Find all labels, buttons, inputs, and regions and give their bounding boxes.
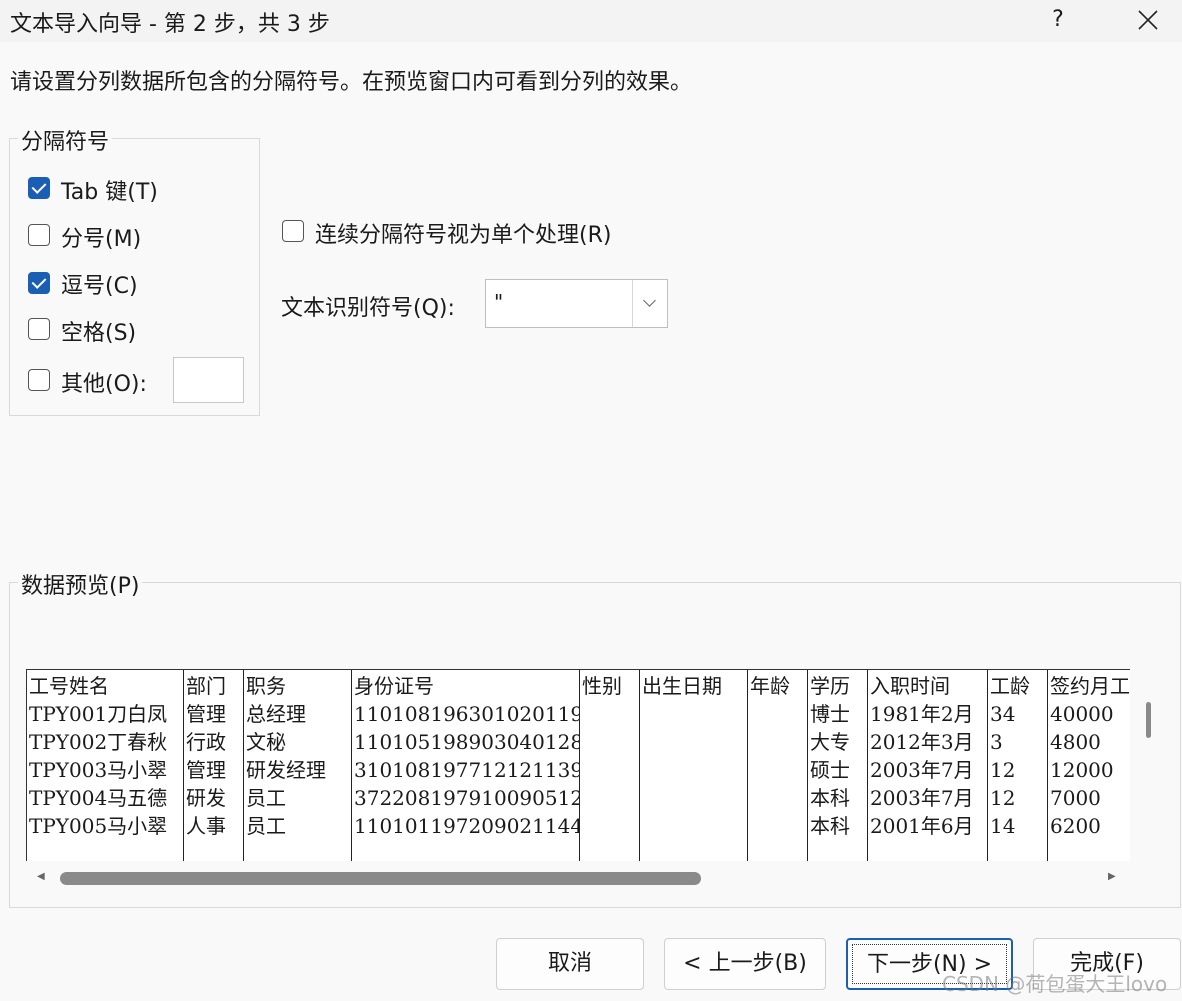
preview-cell: 310108197712121139 bbox=[354, 758, 580, 782]
preview-cell: 2003年7月 bbox=[870, 758, 974, 782]
preview-cell: 工号姓名 bbox=[29, 674, 109, 698]
preview-cell: 签约月工 bbox=[1050, 674, 1130, 698]
preview-column[interactable]: 工号姓名 TPY001刀白凤 TPY002丁春秋 TPY003马小翠 TPY00… bbox=[27, 670, 184, 861]
preview-cell: 14 bbox=[990, 814, 1016, 838]
preview-cell: 110101197209021144 bbox=[354, 814, 580, 838]
preview-cell: 本科 bbox=[810, 786, 850, 810]
preview-cell: 员工 bbox=[246, 786, 286, 810]
preview-cell: TPY002丁春秋 bbox=[29, 730, 168, 754]
preview-cell: 学历 bbox=[810, 674, 850, 698]
close-icon bbox=[1138, 10, 1158, 30]
preview-column[interactable]: 部门 管理 行政 管理 研发 人事 bbox=[184, 670, 244, 861]
back-button[interactable]: < 上一步(B) bbox=[664, 938, 826, 990]
preview-cell: 372208197910090512 bbox=[354, 786, 580, 810]
preview-cell: 2001年6月 bbox=[870, 814, 974, 838]
preview-cell: 总经理 bbox=[246, 702, 306, 726]
preview-cell: 本科 bbox=[810, 814, 850, 838]
space-checkbox-label[interactable]: 空格(S) bbox=[61, 315, 136, 347]
preview-column[interactable]: 性别 bbox=[580, 670, 640, 861]
text-qualifier-value: " bbox=[494, 290, 504, 314]
preview-cell: 硕士 bbox=[810, 758, 850, 782]
preview-cell: 年龄 bbox=[750, 674, 790, 698]
preview-column[interactable]: 出生日期 bbox=[640, 670, 748, 861]
preview-column[interactable]: 学历 博士 大专 硕士 本科 本科 bbox=[808, 670, 868, 861]
preview-cell: 性别 bbox=[582, 674, 622, 698]
preview-column[interactable]: 职务 总经理 文秘 研发经理 员工 员工 bbox=[244, 670, 352, 861]
preview-cell: 工龄 bbox=[990, 674, 1030, 698]
preview-cell: 博士 bbox=[810, 702, 850, 726]
data-preview-title: 数据预览(P) bbox=[18, 568, 143, 600]
preview-cell: 3 bbox=[990, 730, 1003, 754]
consecutive-delimiters-label[interactable]: 连续分隔符号视为单个处理(R) bbox=[315, 217, 611, 249]
preview-column[interactable]: 年龄 bbox=[748, 670, 808, 861]
preview-cell: 12 bbox=[990, 786, 1016, 810]
preview-cell: 身份证号 bbox=[354, 674, 434, 698]
preview-cell: 管理 bbox=[186, 702, 226, 726]
watermark: CSDN @荷包蛋大王lovo bbox=[942, 972, 1168, 996]
cancel-button[interactable]: 取消 bbox=[496, 938, 644, 990]
tab-checkbox[interactable] bbox=[28, 177, 50, 199]
horizontal-scrollbar-thumb[interactable] bbox=[60, 872, 701, 885]
preview-cell: 12 bbox=[990, 758, 1016, 782]
preview-cell: 7000 bbox=[1050, 786, 1101, 810]
preview-cell: 研发 bbox=[186, 786, 226, 810]
preview-cell: 1981年2月 bbox=[870, 702, 974, 726]
preview-cell: 大专 bbox=[810, 730, 850, 754]
preview-cell: 职务 bbox=[246, 674, 286, 698]
preview-cell: 110105198903040128 bbox=[354, 730, 580, 754]
preview-cell: 入职时间 bbox=[870, 674, 950, 698]
preview-cell: 员工 bbox=[246, 814, 286, 838]
preview-cell: 研发经理 bbox=[246, 758, 326, 782]
other-checkbox[interactable] bbox=[28, 369, 50, 391]
semicolon-checkbox[interactable] bbox=[28, 224, 50, 246]
chevron-down-icon[interactable] bbox=[632, 280, 667, 327]
preview-cell: TPY004马五德 bbox=[29, 786, 168, 810]
preview-column[interactable]: 身份证号 110108196301020119 1101051989030401… bbox=[352, 670, 580, 861]
preview-cell: 40000 bbox=[1050, 702, 1114, 726]
text-qualifier-select[interactable]: " bbox=[485, 279, 668, 328]
preview-cell: 出生日期 bbox=[642, 674, 722, 698]
space-checkbox[interactable] bbox=[28, 318, 50, 340]
preview-cell: 2003年7月 bbox=[870, 786, 974, 810]
preview-cell: 110108196301020119 bbox=[354, 702, 580, 726]
semicolon-checkbox-label[interactable]: 分号(M) bbox=[61, 221, 141, 253]
preview-column[interactable]: 签约月工 40000 4800 12000 7000 6200 bbox=[1048, 670, 1130, 861]
help-button[interactable]: ? bbox=[1040, 2, 1076, 38]
other-checkbox-label[interactable]: 其他(O): bbox=[61, 366, 147, 398]
other-delimiter-input[interactable] bbox=[173, 357, 244, 403]
window-title: 文本导入向导 - 第 2 步，共 3 步 bbox=[10, 12, 330, 37]
tab-checkbox-label[interactable]: Tab 键(T) bbox=[61, 174, 158, 206]
vertical-scrollbar-thumb[interactable] bbox=[1146, 702, 1151, 738]
preview-cell: TPY001刀白凤 bbox=[29, 702, 168, 726]
preview-cell: 管理 bbox=[186, 758, 226, 782]
preview-cell: TPY005马小翠 bbox=[29, 814, 168, 838]
preview-cell: 人事 bbox=[186, 814, 226, 838]
preview-cell: 行政 bbox=[186, 730, 226, 754]
preview-cell: 4800 bbox=[1050, 730, 1101, 754]
preview-column[interactable]: 工龄 34 3 12 12 14 bbox=[988, 670, 1048, 861]
preview-cell: 部门 bbox=[186, 674, 226, 698]
scroll-right-icon[interactable]: ▶ bbox=[1108, 871, 1116, 882]
preview-cell: 文秘 bbox=[246, 730, 286, 754]
comma-checkbox[interactable] bbox=[28, 272, 50, 294]
consecutive-delimiters-checkbox[interactable] bbox=[282, 220, 304, 242]
close-button[interactable] bbox=[1128, 2, 1168, 38]
text-qualifier-label: 文本识别符号(Q): bbox=[281, 296, 455, 321]
instruction-text: 请设置分列数据所包含的分隔符号。在预览窗口内可看到分列的效果。 bbox=[10, 70, 693, 95]
data-preview-area[interactable]: 工号姓名 TPY001刀白凤 TPY002丁春秋 TPY003马小翠 TPY00… bbox=[26, 669, 1130, 861]
preview-cell: 34 bbox=[990, 702, 1016, 726]
preview-cell: 2012年3月 bbox=[870, 730, 974, 754]
scroll-left-icon[interactable]: ◀ bbox=[37, 871, 45, 882]
delimiters-group-title: 分隔符号 bbox=[18, 124, 113, 156]
title-bar: 文本导入向导 - 第 2 步，共 3 步 ? bbox=[0, 0, 1182, 42]
preview-cell: 12000 bbox=[1050, 758, 1114, 782]
comma-checkbox-label[interactable]: 逗号(C) bbox=[61, 268, 138, 300]
preview-cell: TPY003马小翠 bbox=[29, 758, 168, 782]
preview-cell: 6200 bbox=[1050, 814, 1101, 838]
preview-column[interactable]: 入职时间 1981年2月 2012年3月 2003年7月 2003年7月 200… bbox=[868, 670, 988, 861]
